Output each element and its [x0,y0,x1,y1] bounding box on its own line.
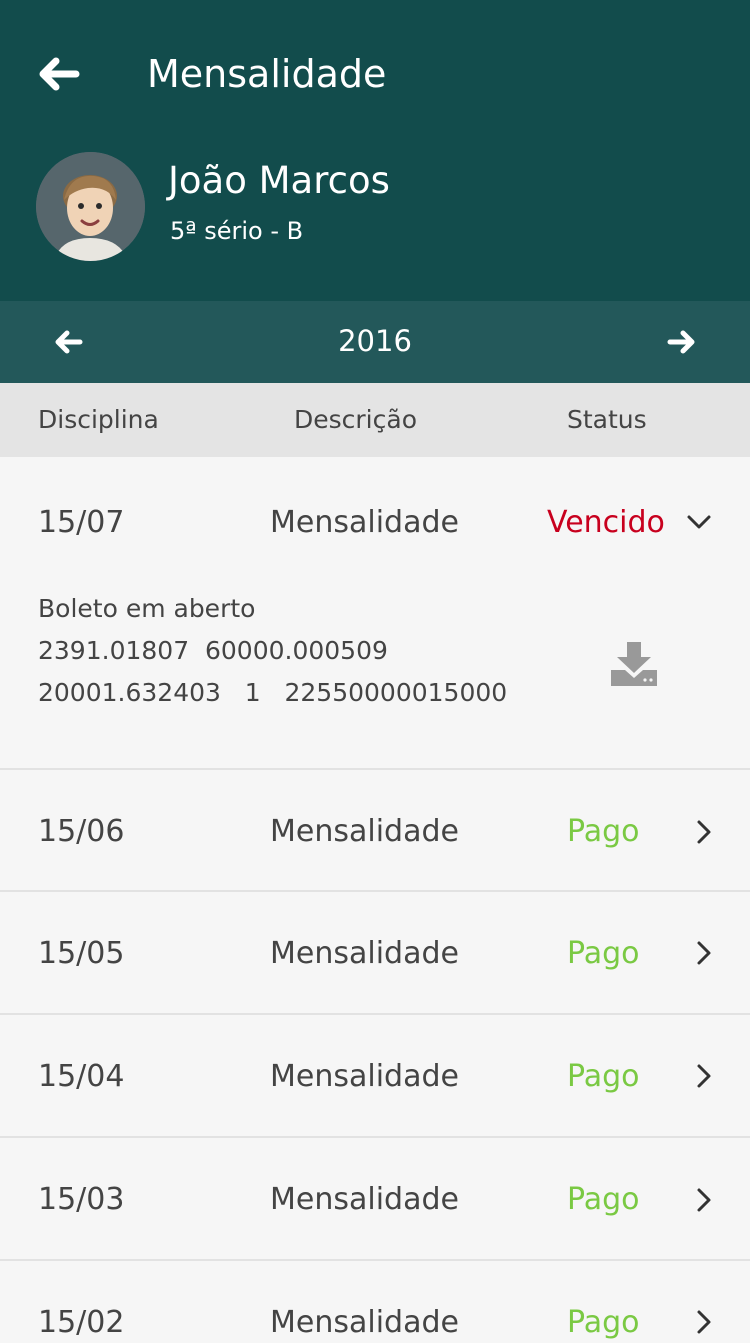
student-name: João Marcos [168,159,390,202]
row-description: Mensalidade [270,505,459,540]
row-date: 15/04 [38,1059,125,1094]
app-header: Mensalidade João Marcos 5ª sério - B [0,0,750,301]
chevron-right-icon [690,818,718,846]
download-boleto-button[interactable] [609,640,659,688]
row-date: 15/05 [38,936,125,971]
table-row[interactable]: 15/03 Mensalidade Pago [0,1138,750,1261]
row-description: Mensalidade [270,814,459,849]
year-navigator: 2016 [0,301,750,383]
boleto-title: Boleto em aberto [38,594,256,623]
row-description: Mensalidade [270,1182,459,1217]
chevron-right-icon [690,1062,718,1090]
row-description: Mensalidade [270,1305,459,1340]
row-date: 15/06 [38,814,125,849]
year-label: 2016 [338,324,412,358]
status-badge: Pago [567,1182,640,1217]
status-badge: Pago [567,936,640,971]
column-header-descricao: Descrição [294,405,417,434]
download-icon [611,642,657,686]
arrow-right-icon [667,330,695,354]
row-description: Mensalidade [270,1059,459,1094]
next-year-button[interactable] [664,324,700,360]
table-header: Disciplina Descrição Status [0,383,750,457]
boleto-code-line-1: 2391.01807 60000.000509 [38,636,388,665]
table-row[interactable]: 15/05 Mensalidade Pago [0,892,750,1015]
table-row[interactable]: 15/04 Mensalidade Pago [0,1015,750,1138]
row-date: 15/02 [38,1305,125,1340]
boleto-code-line-2: 20001.632403 1 22550000015000 [38,678,508,707]
status-badge: Pago [567,814,640,849]
page-title: Mensalidade [147,52,387,96]
column-header-disciplina: Disciplina [38,405,159,434]
chevron-right-icon [690,1186,718,1214]
row-date: 15/07 [38,505,125,540]
chevron-down-icon[interactable] [685,508,713,536]
avatar [36,152,145,261]
table-row[interactable]: 15/06 Mensalidade Pago [0,770,750,892]
row-description: Mensalidade [270,936,459,971]
student-class: 5ª sério - B [170,217,304,245]
chevron-right-icon [690,939,718,967]
arrow-left-icon [39,57,80,91]
column-header-status: Status [567,405,647,434]
row-date: 15/03 [38,1182,125,1217]
table-row[interactable]: 15/02 Mensalidade Pago [0,1261,750,1340]
status-badge: Pago [567,1305,640,1340]
chevron-right-icon [690,1308,718,1336]
table-row-expanded[interactable]: 15/07 Mensalidade Vencido Boleto em aber… [0,457,750,770]
status-badge: Vencido [547,505,665,540]
status-badge: Pago [567,1059,640,1094]
back-button[interactable] [34,50,82,98]
